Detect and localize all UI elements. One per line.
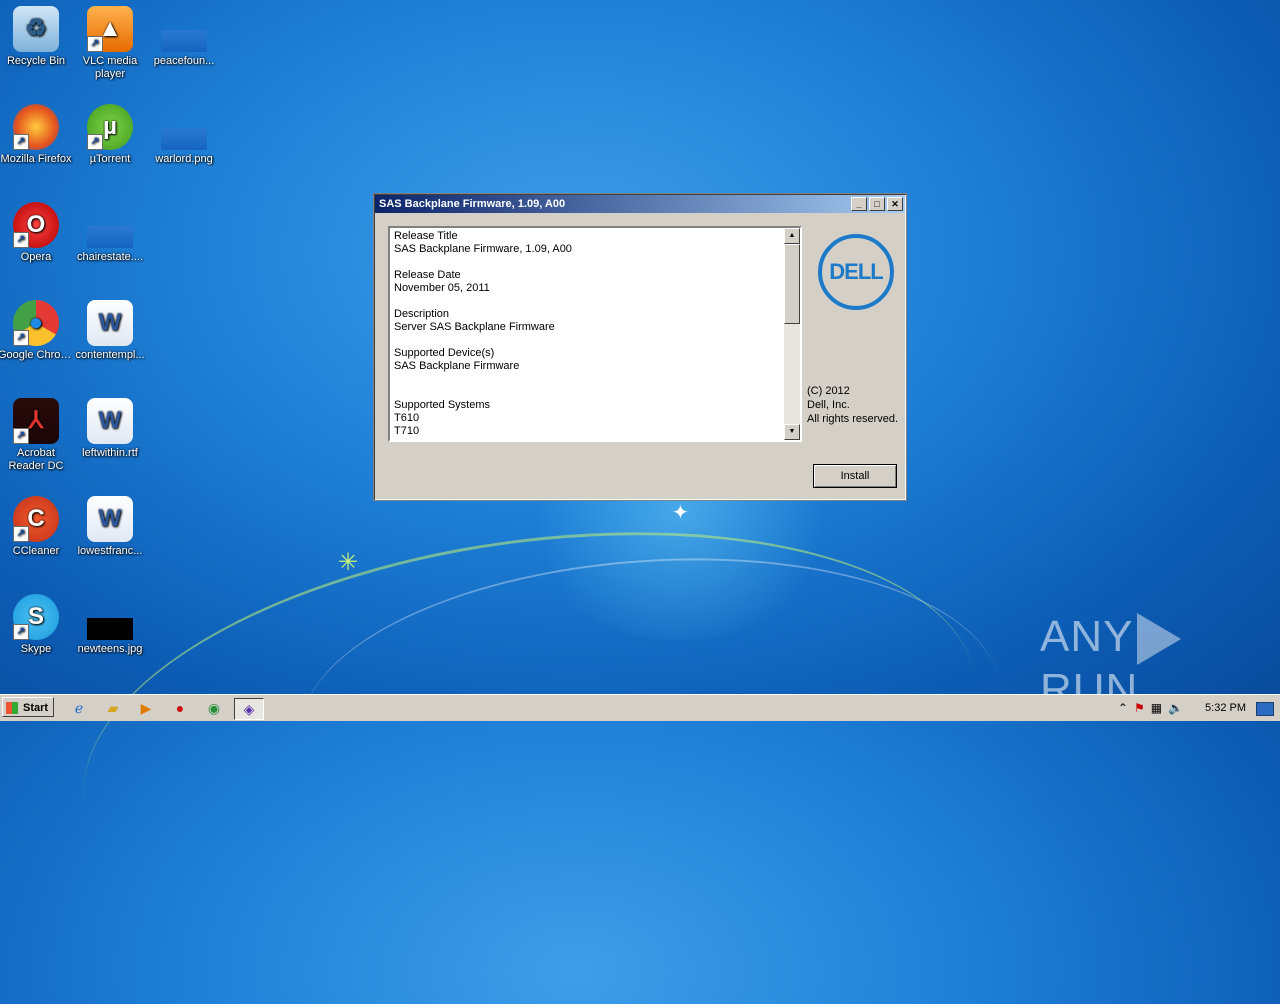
chrome-icon: ● ↗	[13, 300, 59, 346]
start-button[interactable]: Start	[2, 697, 54, 717]
file-icon	[161, 30, 207, 52]
shortcut-arrow-icon: ↗	[87, 36, 103, 52]
minimize-button[interactable]: _	[851, 197, 867, 211]
desktop-icon[interactable]: ♻ Recycle Bin	[0, 6, 74, 68]
copyright-line: All rights reserved.	[807, 413, 899, 425]
media-player-icon[interactable]: ▶	[135, 698, 157, 718]
desktop-icon[interactable]: peacefoun...	[146, 6, 222, 68]
watermark-left: ANY	[1040, 612, 1134, 661]
flower-decoration-icon: ✳	[338, 549, 359, 576]
skype-icon: S ↗	[13, 594, 59, 640]
scroll-thumb[interactable]	[784, 244, 800, 324]
ie-icon[interactable]: ℯ	[68, 698, 90, 718]
desktop-icon[interactable]: Wcontentempl...	[72, 300, 148, 362]
shortcut-arrow-icon: ↗	[13, 526, 29, 542]
desktop-icon[interactable]: ● ↗ Google Chrome	[0, 300, 74, 362]
show-desktop-button[interactable]	[1256, 702, 1274, 716]
desktop-icon-label: VLC media player	[82, 55, 138, 80]
desktop-icon-label: newteens.jpg	[77, 643, 143, 655]
ccleaner-icon: C ↗	[13, 496, 59, 542]
desktop-icon[interactable]: warlord.png	[146, 104, 222, 166]
acrobat-icon: ⅄ ↗	[13, 398, 59, 444]
utorrent-icon: µ ↗	[87, 104, 133, 150]
desktop-icon[interactable]: ▲ ↗ VLC media player	[72, 6, 148, 81]
firefox-icon: ↗	[13, 104, 59, 150]
desktop-icon[interactable]: newteens.jpg	[72, 594, 148, 656]
image-file-icon	[161, 128, 207, 150]
opera-icon[interactable]: ●	[169, 698, 191, 718]
desktop-icon-label: Acrobat Reader DC	[8, 447, 64, 472]
dell-logo: DELL	[818, 234, 894, 310]
desktop-icon[interactable]: O ↗ Opera	[0, 202, 74, 264]
taskbar: Start ℯ ▰ ▶ ● ◉ ◈ ⌃ ⚑ ▦ 🔈 5:32 PM	[0, 694, 1280, 721]
explorer-folder-icon[interactable]: ▰	[102, 698, 124, 718]
desktop-icon-label: Opera	[20, 251, 52, 263]
word-doc-icon: W	[87, 398, 133, 444]
shortcut-arrow-icon: ↗	[13, 624, 29, 640]
desktop-icon[interactable]: µ ↗ µTorrent	[72, 104, 148, 166]
desktop-icon[interactable]: Wlowestfranc...	[72, 496, 148, 558]
chrome-icon[interactable]: ◉	[203, 698, 225, 718]
desktop-icon[interactable]: C ↗ CCleaner	[0, 496, 74, 558]
system-tray: ⌃ ⚑ ▦ 🔈 5:32 PM	[1118, 697, 1246, 719]
shortcut-arrow-icon: ↗	[13, 134, 29, 150]
desktop-icon-label: contentempl...	[75, 349, 145, 361]
vlc-icon: ▲ ↗	[87, 6, 133, 52]
network-icon[interactable]: ▦	[1151, 701, 1162, 715]
word-doc-icon: W	[87, 496, 133, 542]
image-file-icon	[87, 618, 133, 640]
close-button[interactable]: ✕	[887, 197, 903, 211]
desktop-icon-label: Mozilla Firefox	[0, 153, 72, 165]
dell-logo-text: DELL	[829, 259, 883, 284]
clock[interactable]: 5:32 PM	[1205, 702, 1246, 714]
copyright-notice: (C) 2012 Dell, Inc. All rights reserved.	[807, 384, 898, 426]
desktop-icon-label: chairestate....	[76, 251, 144, 263]
desktop-icon-label: leftwithin.rtf	[82, 447, 138, 459]
shortcut-arrow-icon: ↗	[13, 232, 29, 248]
copyright-line: Dell, Inc.	[807, 399, 850, 411]
desktop-icon-label: peacefoun...	[153, 55, 215, 67]
desktop-icon-label: µTorrent	[89, 153, 131, 165]
desktop-icon-label: warlord.png	[155, 153, 213, 165]
tray-expand-icon[interactable]: ⌃	[1118, 701, 1128, 715]
action-center-flag-icon[interactable]: ⚑	[1134, 701, 1145, 715]
firmware-dialog: SAS Backplane Firmware, 1.09, A00 _ □ ✕ …	[373, 193, 907, 501]
desktop-icon[interactable]: ⅄ ↗ Acrobat Reader DC	[0, 398, 74, 473]
start-label: Start	[23, 702, 49, 714]
title-bar[interactable]: SAS Backplane Firmware, 1.09, A00 _ □ ✕	[375, 195, 905, 213]
volume-icon[interactable]: 🔈	[1168, 701, 1183, 715]
recycle-bin-icon: ♻	[13, 6, 59, 52]
release-info-text: Release Title SAS Backplane Firmware, 1.…	[394, 230, 572, 437]
scroll-up-icon[interactable]: ▲	[784, 228, 800, 244]
taskbar-firmware-app-icon[interactable]: ◈	[234, 698, 264, 720]
maximize-button[interactable]: □	[869, 197, 885, 211]
shortcut-arrow-icon: ↗	[13, 330, 29, 346]
desktop-icon-label: Recycle Bin	[6, 55, 66, 67]
word-doc-icon: W	[87, 300, 133, 346]
copyright-line: (C) 2012	[807, 385, 850, 397]
desktop-icon[interactable]: Wleftwithin.rtf	[72, 398, 148, 460]
opera-icon: O ↗	[13, 202, 59, 248]
shortcut-arrow-icon: ↗	[87, 134, 103, 150]
desktop-icon[interactable]: ↗ Mozilla Firefox	[0, 104, 74, 166]
release-info-textbox[interactable]: Release Title SAS Backplane Firmware, 1.…	[388, 226, 802, 442]
desktop-icon-label: Google Chrome	[0, 349, 74, 361]
windows-flag-icon	[6, 702, 18, 714]
sparkle-decoration-icon: ✦	[672, 502, 689, 524]
file-icon	[87, 226, 133, 248]
install-button[interactable]: Install	[813, 464, 897, 488]
desktop-icon-label: Skype	[20, 643, 52, 655]
desktop-icon-label: lowestfranc...	[77, 545, 143, 557]
scroll-down-icon[interactable]: ▼	[784, 424, 800, 440]
vertical-scrollbar[interactable]: ▲ ▼	[784, 228, 800, 440]
shortcut-arrow-icon: ↗	[13, 428, 29, 444]
desktop-icon[interactable]: chairestate....	[72, 202, 148, 264]
play-icon	[1137, 613, 1182, 666]
desktop-icon-label: CCleaner	[12, 545, 60, 557]
desktop-icon[interactable]: S ↗ Skype	[0, 594, 74, 656]
window-title: SAS Backplane Firmware, 1.09, A00	[379, 198, 566, 210]
